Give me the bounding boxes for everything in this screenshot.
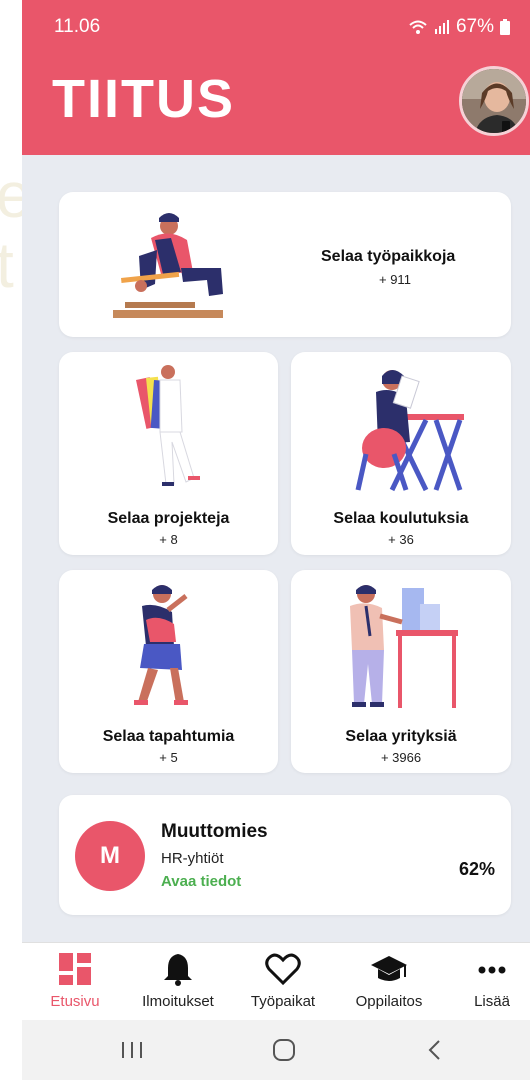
browse-education-count: + 36 [388, 532, 414, 547]
company-name: Muuttomies [161, 821, 268, 842]
architect-with-model-illustration [350, 585, 458, 708]
worker-illustration [113, 213, 223, 318]
nav-home-label: Etusivu [50, 993, 100, 1010]
nav-notifications[interactable]: Ilmoitukset [128, 951, 228, 1010]
person-carrying-boxes-illustration [135, 365, 200, 486]
nav-schools-label: Oppilaitos [355, 993, 423, 1010]
status-indicators: 67% [408, 16, 510, 38]
battery-percent: 67% [455, 16, 494, 37]
more-dots-icon [478, 966, 506, 974]
browse-education-title: Selaa koulutuksia [333, 510, 469, 527]
app-logo: TIITUS [52, 69, 235, 129]
browse-education-card[interactable]: Selaa koulutuksia + 36 [291, 352, 511, 555]
avatar-photo [462, 69, 526, 133]
browse-projects-title: Selaa projekteja [107, 510, 230, 527]
browse-companies-title: Selaa yrityksiä [345, 728, 457, 745]
browse-jobs-card[interactable]: Selaa työpaikkoja + 911 [59, 192, 511, 337]
battery-icon [500, 19, 510, 35]
graduation-cap-icon [371, 956, 407, 981]
browse-companies-card[interactable]: Selaa yrityksiä + 3966 [291, 570, 511, 773]
nav-home[interactable]: Etusivu [25, 951, 125, 1010]
company-card[interactable]: M Muuttomies HR-yhtiöt Avaa tiedot 62% [59, 795, 511, 915]
browse-events-title: Selaa tapahtumia [102, 728, 235, 745]
browse-projects-card[interactable]: Selaa projekteja + 8 [59, 352, 278, 555]
nav-more[interactable]: Lisää [442, 951, 530, 1010]
phone-screen: 11.06 67% TIITUS Selaa työpaikkoja + 911… [22, 0, 530, 1080]
wifi-icon [409, 20, 427, 34]
match-percent: 62% [458, 859, 495, 879]
company-avatar: M [75, 821, 145, 891]
nav-more-label: Lisää [474, 993, 510, 1010]
student-at-desk-illustration [355, 370, 464, 492]
home-grid-icon [59, 953, 91, 985]
app-header: 11.06 67% TIITUS [22, 0, 530, 155]
recent-apps-icon[interactable] [112, 1034, 152, 1066]
heart-icon [265, 953, 301, 986]
background-artifact: t [0, 229, 14, 301]
browse-jobs-title: Selaa työpaikkoja [321, 248, 456, 265]
home-button-icon[interactable] [264, 1034, 304, 1066]
person-with-phone-illustration [133, 585, 188, 705]
nav-notifications-label: Ilmoitukset [142, 993, 214, 1010]
nav-schools[interactable]: Oppilaitos [339, 951, 439, 1010]
browse-events-count: + 5 [159, 750, 178, 765]
nav-jobs[interactable]: Työpaikat [233, 951, 333, 1010]
back-icon[interactable] [414, 1034, 454, 1066]
browse-jobs-count: + 911 [379, 272, 411, 287]
browse-events-card[interactable]: Selaa tapahtumia + 5 [59, 570, 278, 773]
system-navigation-bar [22, 1020, 530, 1080]
browse-companies-count: + 3966 [380, 750, 422, 765]
status-bar: 11.06 67% [22, 12, 530, 42]
bell-icon [164, 954, 192, 986]
nav-jobs-label: Työpaikat [250, 993, 316, 1010]
signal-icon [434, 20, 449, 34]
browse-projects-count: + 8 [159, 532, 178, 547]
user-avatar[interactable] [459, 66, 529, 136]
company-category: HR-yhtiöt [161, 850, 224, 867]
open-details-link[interactable]: Avaa tiedot [161, 873, 241, 890]
status-time: 11.06 [54, 16, 101, 37]
bottom-navigation: Etusivu Ilmoitukset Työpaikat Oppilaitos [22, 942, 530, 1020]
